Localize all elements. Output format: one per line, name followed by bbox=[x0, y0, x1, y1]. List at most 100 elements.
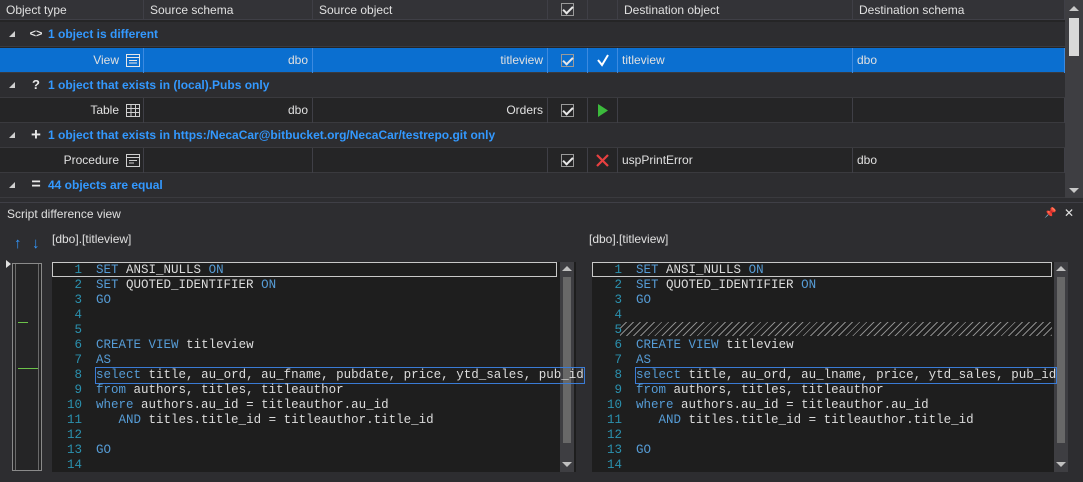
line-number: 1 bbox=[614, 263, 622, 277]
table-row[interactable]: Procedure uspPrintError dbo bbox=[0, 148, 1065, 173]
procedure-icon bbox=[126, 154, 140, 167]
scroll-down-icon[interactable] bbox=[1069, 188, 1079, 193]
col-source-object[interactable]: Source object bbox=[313, 0, 548, 20]
line-number: 6 bbox=[74, 338, 82, 352]
previous-difference-icon[interactable]: ↑ bbox=[14, 235, 22, 252]
code-text: select title, au_ord, au_lname, price, y… bbox=[634, 367, 1058, 384]
create-arrow-icon[interactable] bbox=[597, 104, 609, 117]
group-different[interactable]: <> 1 object is different bbox=[0, 22, 1065, 47]
col-source-schema[interactable]: Source schema bbox=[144, 0, 313, 20]
include-checkbox[interactable] bbox=[561, 154, 574, 167]
scroll-up-icon[interactable] bbox=[1069, 6, 1079, 11]
destination-object: titleview bbox=[618, 48, 853, 73]
scroll-up-icon[interactable] bbox=[562, 266, 572, 271]
object-type: Procedure bbox=[0, 148, 144, 173]
minimap-change-marker bbox=[18, 322, 28, 323]
line-number: 10 bbox=[606, 398, 622, 412]
col-destination-object[interactable]: Destination object bbox=[618, 0, 853, 20]
source-object bbox=[313, 148, 548, 173]
scroll-down-icon[interactable] bbox=[562, 462, 572, 467]
group-equal[interactable]: = 44 objects are equal bbox=[0, 173, 1065, 198]
destination-object: uspPrintError bbox=[618, 148, 853, 173]
minimap-change-marker bbox=[18, 368, 38, 369]
question-icon: ? bbox=[32, 77, 40, 92]
source-schema bbox=[144, 148, 313, 173]
scroll-thumb[interactable] bbox=[1069, 18, 1079, 56]
update-check-icon[interactable] bbox=[596, 53, 610, 67]
right-editor-scrollbar[interactable] bbox=[1054, 262, 1068, 472]
scroll-up-icon[interactable] bbox=[1056, 266, 1066, 271]
select-all-checkbox[interactable] bbox=[561, 3, 574, 16]
line-number: 8 bbox=[614, 368, 622, 382]
line-number: 12 bbox=[66, 428, 82, 442]
line-number: 9 bbox=[74, 383, 82, 397]
left-editor-scrollbar[interactable] bbox=[560, 262, 574, 472]
grid-scrollbar[interactable] bbox=[1065, 0, 1083, 198]
col-include[interactable] bbox=[548, 0, 588, 20]
comparison-grid: Object type Source schema Source object … bbox=[0, 0, 1083, 198]
line-number: 7 bbox=[614, 353, 622, 367]
collapse-triangle-icon[interactable] bbox=[9, 182, 15, 188]
group-label: 1 object is different bbox=[48, 27, 159, 41]
different-icon: <> bbox=[29, 28, 43, 40]
include-checkbox[interactable] bbox=[561, 54, 574, 67]
object-type: View bbox=[0, 48, 144, 73]
collapse-triangle-icon[interactable] bbox=[9, 31, 15, 37]
include-cell bbox=[548, 48, 588, 73]
scroll-thumb[interactable] bbox=[1057, 277, 1065, 443]
right-script-editor[interactable]: 1 SET ANSI_NULLS ON 2 SET QUOTED_IDENTIFIER… bbox=[592, 262, 1068, 472]
right-object-name: [dbo].[titleview] bbox=[589, 232, 669, 246]
line-number: 5 bbox=[614, 323, 622, 337]
collapse-triangle-icon[interactable] bbox=[9, 82, 15, 88]
code-text: select title, au_ord, au_fname, pubdate,… bbox=[95, 367, 585, 384]
group-label: 44 objects are equal bbox=[48, 178, 163, 192]
pin-icon[interactable]: 📌 bbox=[1044, 208, 1056, 219]
drop-x-icon[interactable] bbox=[596, 154, 609, 167]
line-number: 6 bbox=[614, 338, 622, 352]
col-object-type[interactable]: Object type bbox=[0, 0, 144, 20]
code-text: AS bbox=[96, 353, 112, 367]
code-text: from authors, titles, titleauthor bbox=[636, 383, 884, 397]
minimap-pointer-icon bbox=[6, 260, 11, 268]
close-icon[interactable]: ✕ bbox=[1064, 206, 1074, 220]
include-checkbox[interactable] bbox=[561, 104, 574, 117]
group-destination-only[interactable]: + 1 object that exists in https:/NecaCar… bbox=[0, 123, 1065, 148]
code-text: where authors.au_id = titleauthor.au_id bbox=[636, 398, 929, 412]
line-number: 10 bbox=[66, 398, 82, 412]
line-number: 2 bbox=[614, 278, 622, 292]
code-text: SET ANSI_NULLS ON bbox=[96, 263, 224, 277]
grid-header: Object type Source schema Source object … bbox=[0, 0, 1065, 20]
destination-object bbox=[618, 98, 853, 123]
col-action[interactable] bbox=[588, 0, 618, 20]
code-text: SET QUOTED_IDENTIFIER ON bbox=[636, 278, 817, 292]
line-number: 11 bbox=[606, 413, 622, 427]
line-number: 3 bbox=[74, 293, 82, 307]
view-icon bbox=[126, 54, 140, 67]
code-text: where authors.au_id = titleauthor.au_id bbox=[96, 398, 389, 412]
destination-schema: dbo bbox=[853, 148, 1065, 173]
scroll-down-icon[interactable] bbox=[1056, 462, 1066, 467]
line-number: 14 bbox=[606, 458, 622, 472]
group-label: 1 object that exists in https:/NecaCar@b… bbox=[48, 128, 496, 142]
line-number: 9 bbox=[614, 383, 622, 397]
group-source-only[interactable]: ? 1 object that exists in (local).Pubs o… bbox=[0, 73, 1065, 98]
line-number: 1 bbox=[74, 263, 82, 277]
next-difference-icon[interactable]: ↓ bbox=[32, 235, 40, 252]
source-object: titleview bbox=[313, 48, 548, 73]
table-row[interactable]: View dbo titleview titleview dbo bbox=[0, 48, 1065, 73]
line-number: 2 bbox=[74, 278, 82, 292]
line-number: 3 bbox=[614, 293, 622, 307]
script-difference-panel: Script difference view 📌 ✕ ↑ ↓ [dbo].[ti… bbox=[0, 202, 1083, 482]
source-object: Orders bbox=[313, 98, 548, 123]
table-row[interactable]: Table dbo Orders bbox=[0, 98, 1065, 123]
col-destination-schema[interactable]: Destination schema bbox=[853, 0, 1065, 20]
diff-minimap[interactable] bbox=[12, 263, 42, 471]
line-number: 4 bbox=[74, 308, 82, 322]
left-object-name: [dbo].[titleview] bbox=[52, 232, 132, 246]
scroll-thumb[interactable] bbox=[563, 277, 571, 443]
source-schema: dbo bbox=[144, 48, 313, 73]
left-script-editor[interactable]: 1 SET ANSI_NULLS ON 2 SET QUOTED_IDENTIFIER… bbox=[52, 262, 585, 472]
collapse-triangle-icon[interactable] bbox=[9, 132, 15, 138]
destination-schema bbox=[853, 98, 1065, 123]
code-text: GO bbox=[636, 443, 652, 457]
